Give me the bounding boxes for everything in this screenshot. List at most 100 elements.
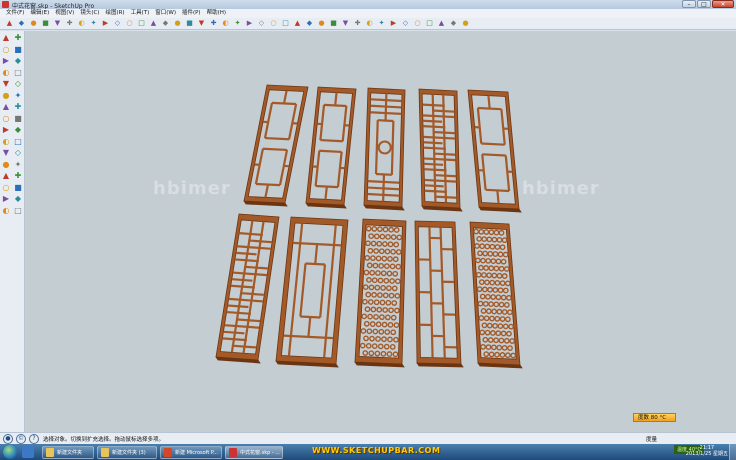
house-icon[interactable]: ✦ (377, 19, 386, 28)
look-around-icon[interactable]: ◐ (1, 206, 11, 216)
position-camera-icon[interactable]: ▶ (1, 194, 11, 204)
dimension-icon[interactable]: ■ (185, 19, 194, 28)
arc-icon[interactable]: □ (13, 68, 23, 78)
rectangle-icon[interactable]: ■ (41, 19, 50, 28)
section-icon[interactable]: □ (13, 206, 23, 216)
protractor-icon[interactable]: ◐ (1, 137, 11, 147)
lattice-panel-9[interactable] (414, 220, 464, 368)
taskbar-powerpoint[interactable]: 新建 Microsoft P... (160, 445, 222, 459)
lattice-panel-2[interactable] (305, 86, 357, 209)
follow-me-icon[interactable]: □ (137, 19, 146, 28)
axes-icon[interactable]: ▼ (1, 148, 11, 158)
menu-draw[interactable]: 绘图(R) (105, 9, 130, 18)
drawing-viewport[interactable]: hbimer hbimer (25, 31, 736, 432)
look-around-icon[interactable]: ✚ (353, 19, 362, 28)
maximize-button[interactable]: □ (697, 0, 711, 8)
close-button[interactable]: ✕ (712, 0, 734, 8)
menu-file[interactable]: 文件(F) (6, 9, 30, 18)
rectangle-icon[interactable]: ▶ (1, 56, 11, 66)
lattice-panel-1[interactable] (243, 84, 309, 207)
lattice-panel-3[interactable] (363, 87, 406, 211)
share-icon[interactable]: ◇ (401, 19, 410, 28)
paint-icon[interactable]: ● (29, 19, 38, 28)
shadow-icon[interactable]: ◆ (449, 19, 458, 28)
offset-icon[interactable]: ■ (13, 114, 23, 124)
zoom-window-icon[interactable]: □ (281, 19, 290, 28)
follow-me-icon[interactable]: ✚ (13, 102, 23, 112)
arc-icon[interactable]: ◐ (77, 19, 86, 28)
geo-location-icon[interactable]: ● (3, 434, 13, 444)
pan-icon[interactable]: ✦ (13, 160, 23, 170)
menu-camera[interactable]: 镜头(C) (80, 9, 105, 18)
zoom-window-icon[interactable]: ✚ (13, 171, 23, 181)
layout-icon[interactable]: □ (425, 19, 434, 28)
taskbar-sketchup[interactable]: 中式花窗.skp - ... (225, 445, 283, 459)
menu-edit[interactable]: 编辑(E) (30, 9, 55, 18)
line-icon[interactable]: ◆ (13, 56, 23, 66)
select-icon[interactable]: ▲ (5, 19, 14, 28)
paint-icon[interactable]: ■ (13, 45, 23, 55)
select-icon[interactable]: ▲ (1, 33, 11, 43)
dimension-icon[interactable]: ◆ (13, 125, 23, 135)
polygon-icon[interactable]: ▼ (1, 79, 11, 89)
text-icon[interactable]: ✚ (209, 19, 218, 28)
lattice-panel-6[interactable] (215, 213, 280, 364)
push-pull-icon[interactable]: ▶ (101, 19, 110, 28)
lattice-panel-4[interactable] (418, 88, 463, 212)
component-icon[interactable]: ○ (1, 45, 11, 55)
3d-text-icon[interactable]: ✦ (233, 19, 242, 28)
push-pull-icon[interactable]: ✦ (13, 91, 23, 101)
show-desktop-button[interactable] (729, 444, 736, 460)
fog-icon[interactable]: ● (461, 19, 470, 28)
zoom-icon[interactable]: ▲ (1, 171, 11, 181)
minimize-button[interactable]: – (682, 0, 696, 8)
circle-icon[interactable]: ◐ (1, 68, 11, 78)
menu-help[interactable]: 帮助(H) (207, 9, 232, 18)
eraser-icon[interactable]: ✚ (13, 33, 23, 43)
style-icon[interactable]: ▲ (437, 19, 446, 28)
section-icon[interactable]: ◐ (365, 19, 374, 28)
polygon-icon[interactable]: ✦ (89, 19, 98, 28)
axes-icon[interactable]: ◐ (221, 19, 230, 28)
circle-icon[interactable]: ✚ (65, 19, 74, 28)
walk-icon[interactable]: ◆ (13, 194, 23, 204)
menu-window[interactable]: 窗口(W) (155, 9, 182, 18)
component-icon[interactable]: ○ (413, 19, 422, 28)
menu-tools[interactable]: 工具(T) (131, 9, 156, 18)
pan-icon[interactable]: ◇ (257, 19, 266, 28)
lattice-panel-8[interactable] (354, 218, 407, 368)
previous-icon[interactable]: ■ (13, 183, 23, 193)
zoom-extents-icon[interactable]: ▲ (293, 19, 302, 28)
menu-view[interactable]: 视图(V) (55, 9, 80, 18)
tape-icon[interactable]: ● (173, 19, 182, 28)
zoom-extents-icon[interactable]: ○ (1, 183, 11, 193)
rotate-icon[interactable]: ○ (125, 19, 134, 28)
zoom-icon[interactable]: ○ (269, 19, 278, 28)
orbit-icon[interactable]: ▶ (245, 19, 254, 28)
credits-icon[interactable]: © (16, 434, 26, 444)
move-icon[interactable]: ◇ (113, 19, 122, 28)
warehouse-icon[interactable]: ▶ (389, 19, 398, 28)
start-button[interactable] (3, 445, 17, 459)
scale-icon[interactable]: ▲ (149, 19, 158, 28)
line-icon[interactable]: ▼ (53, 19, 62, 28)
orbit-icon[interactable]: ● (1, 160, 11, 170)
measurements-box[interactable]: 度数 80 °C (633, 413, 676, 422)
move-icon[interactable]: ● (1, 91, 11, 101)
lattice-panel-5[interactable] (467, 89, 522, 213)
rotate-icon[interactable]: ▲ (1, 102, 11, 112)
help-icon[interactable]: ? (29, 434, 39, 444)
taskbar-folder-2[interactable]: 新建文件夹 (3) (97, 445, 157, 459)
3d-text-icon[interactable]: ◇ (13, 148, 23, 158)
next-icon[interactable]: ● (317, 19, 326, 28)
walk-icon[interactable]: ▼ (341, 19, 350, 28)
freehand-icon[interactable]: ◇ (13, 79, 23, 89)
menu-plugins[interactable]: 插件(P) (182, 9, 207, 18)
scale-icon[interactable]: ○ (1, 114, 11, 124)
clock[interactable]: 21:17 2013/1/25 星期五 (686, 445, 728, 457)
eraser-icon[interactable]: ◆ (17, 19, 26, 28)
lattice-panel-10[interactable] (469, 221, 523, 369)
tape-icon[interactable]: ▶ (1, 125, 11, 135)
protractor-icon[interactable]: ▼ (197, 19, 206, 28)
text-icon[interactable]: □ (13, 137, 23, 147)
